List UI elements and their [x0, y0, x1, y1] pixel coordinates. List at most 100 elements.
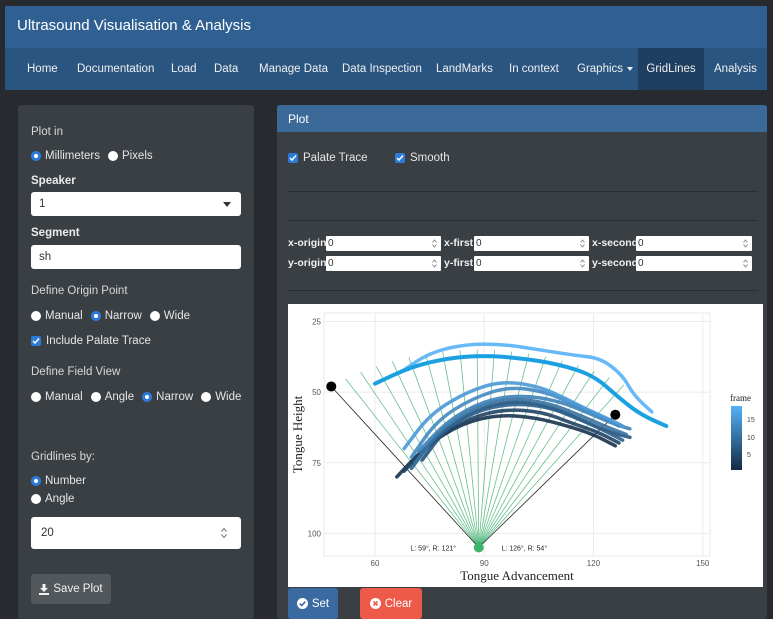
radio-pixels[interactable]: Pixels [107, 150, 153, 162]
include-palate-checkbox[interactable]: Include Palate Trace [31, 335, 151, 347]
origin-point [473, 542, 484, 553]
angle-annotation: L: 59°, R: 121° [410, 545, 456, 553]
radio-origin-narrow[interactable]: Narrow [90, 310, 142, 322]
origin-label: Define Origin Point [31, 285, 128, 297]
chevron-down-icon [223, 202, 231, 207]
y-origin-input[interactable]: 0 [326, 256, 441, 271]
caret-down-icon [627, 66, 634, 71]
set-button[interactable]: Set [288, 588, 338, 619]
sidebar-panel: Plot in Millimeters Pixels Speaker 1 Seg… [18, 105, 254, 619]
y-second-input[interactable]: 0 [636, 256, 752, 271]
close-circle-icon [369, 598, 381, 609]
radio-origin-manual[interactable]: Manual [31, 310, 83, 322]
radio-label: Number [45, 475, 86, 487]
gridlines-number-input[interactable]: 20 [31, 517, 241, 549]
radio-selected-icon [142, 392, 153, 402]
radio-unselected-icon [201, 392, 212, 402]
spinner-icon[interactable] [580, 259, 585, 268]
left-point [326, 381, 337, 392]
x-origin-label: x-origin [288, 237, 327, 249]
save-plot-button[interactable]: Save Plot [31, 574, 111, 604]
field-view-label: Define Field View [31, 366, 121, 378]
radio-label: Pixels [121, 150, 153, 162]
radio-unselected-icon [149, 311, 160, 321]
plot-panel-header: Plot [277, 105, 767, 132]
radio-unselected-icon [31, 494, 41, 504]
download-icon [39, 583, 50, 595]
gridlines-by-label: Gridlines by: [31, 451, 95, 463]
spinner-icon[interactable] [743, 239, 748, 248]
nav-data[interactable]: Data [208, 48, 244, 90]
radio-field-angle[interactable]: Angle [90, 391, 135, 403]
palate-trace-checkbox[interactable]: Palate Trace [288, 152, 368, 164]
x-axis-title: Tongue Advancement [460, 568, 574, 583]
radio-label: Angle [104, 391, 135, 403]
x-first-input[interactable]: 0 [474, 236, 589, 251]
radio-selected-icon [31, 476, 41, 486]
segment-label: Segment [31, 227, 80, 239]
spinner-icon[interactable] [580, 239, 585, 248]
right-point [610, 409, 621, 420]
y-origin-label: y-origin [288, 257, 327, 269]
radio-origin-wide[interactable]: Wide [149, 310, 190, 322]
app-title-bar: Ultrasound Visualisation & Analysis [5, 6, 767, 48]
spinner-icon[interactable] [221, 527, 227, 539]
radio-field-narrow[interactable]: Narrow [142, 391, 193, 403]
include-palate-label: Include Palate Trace [46, 335, 151, 347]
radio-unselected-icon [90, 392, 101, 402]
nav-manage-data[interactable]: Manage Data [253, 48, 334, 90]
radio-unselected-icon [107, 151, 118, 161]
plot-panel-title: Plot [288, 112, 309, 126]
legend-title: frame [730, 393, 751, 403]
nav-analysis[interactable]: Analysis [708, 48, 763, 90]
divider [288, 290, 758, 291]
radio-unselected-icon [31, 311, 41, 321]
spinner-icon[interactable] [432, 239, 437, 248]
checkmark-icon [288, 153, 298, 163]
save-plot-label: Save Plot [53, 583, 103, 595]
speaker-value: 1 [39, 198, 46, 210]
nav-landmarks[interactable]: LandMarks [430, 48, 499, 90]
x-second-label: x-second [592, 237, 639, 249]
nav-graphics[interactable]: Graphics [571, 48, 639, 90]
smooth-label: Smooth [410, 152, 450, 164]
spinner-icon[interactable] [432, 259, 437, 268]
nav-data-inspection[interactable]: Data Inspection [336, 48, 428, 90]
radio-label: Millimeters [45, 150, 100, 162]
speaker-select[interactable]: 1 [31, 192, 241, 216]
x-tick-label: 150 [696, 559, 710, 568]
radio-field-manual[interactable]: Manual [31, 391, 83, 403]
spinner-icon[interactable] [743, 259, 748, 268]
legend-tick-label: 15 [747, 417, 755, 424]
plot-in-label: Plot in [31, 126, 63, 138]
plot-panel: Plot Palate Trace Smooth x-origin 0 x-fi… [277, 105, 767, 619]
gridlines-plot: 60 90 120 150 25 50 75 100 Tongue Advancement Ton… [288, 304, 763, 587]
legend-tick-label: 10 [747, 435, 755, 442]
nav-home[interactable]: Home [21, 48, 64, 90]
speaker-label: Speaker [31, 175, 76, 187]
clear-button[interactable]: Clear [360, 588, 422, 619]
app-title: Ultrasound Visualisation & Analysis [17, 17, 252, 34]
legend-colorbar [731, 406, 742, 470]
y-tick-label: 25 [312, 317, 321, 326]
y-second-label: y-second [592, 257, 639, 269]
set-label: Set [311, 597, 330, 610]
radio-selected-icon [31, 151, 41, 161]
x-second-input[interactable]: 0 [636, 236, 752, 251]
x-origin-input[interactable]: 0 [326, 236, 441, 251]
nav-gridlines[interactable]: GridLines [638, 48, 704, 90]
y-first-input[interactable]: 0 [474, 256, 589, 271]
nav-documentation[interactable]: Documentation [71, 48, 160, 90]
radio-gridlines-angle[interactable]: Angle [31, 493, 74, 505]
radio-selected-icon [90, 311, 101, 321]
radio-millimeters[interactable]: Millimeters [31, 150, 100, 162]
smooth-checkbox[interactable]: Smooth [395, 152, 450, 164]
radio-field-wide[interactable]: Wide [201, 391, 241, 403]
y-second-value: 0 [638, 258, 644, 269]
nav-load[interactable]: Load [165, 48, 203, 90]
radio-gridlines-number[interactable]: Number [31, 475, 86, 487]
segment-input[interactable]: sh [31, 245, 241, 269]
nav-in-context[interactable]: In context [503, 48, 565, 90]
legend-tick-label: 5 [747, 452, 751, 459]
y-tick-label: 50 [312, 388, 321, 397]
